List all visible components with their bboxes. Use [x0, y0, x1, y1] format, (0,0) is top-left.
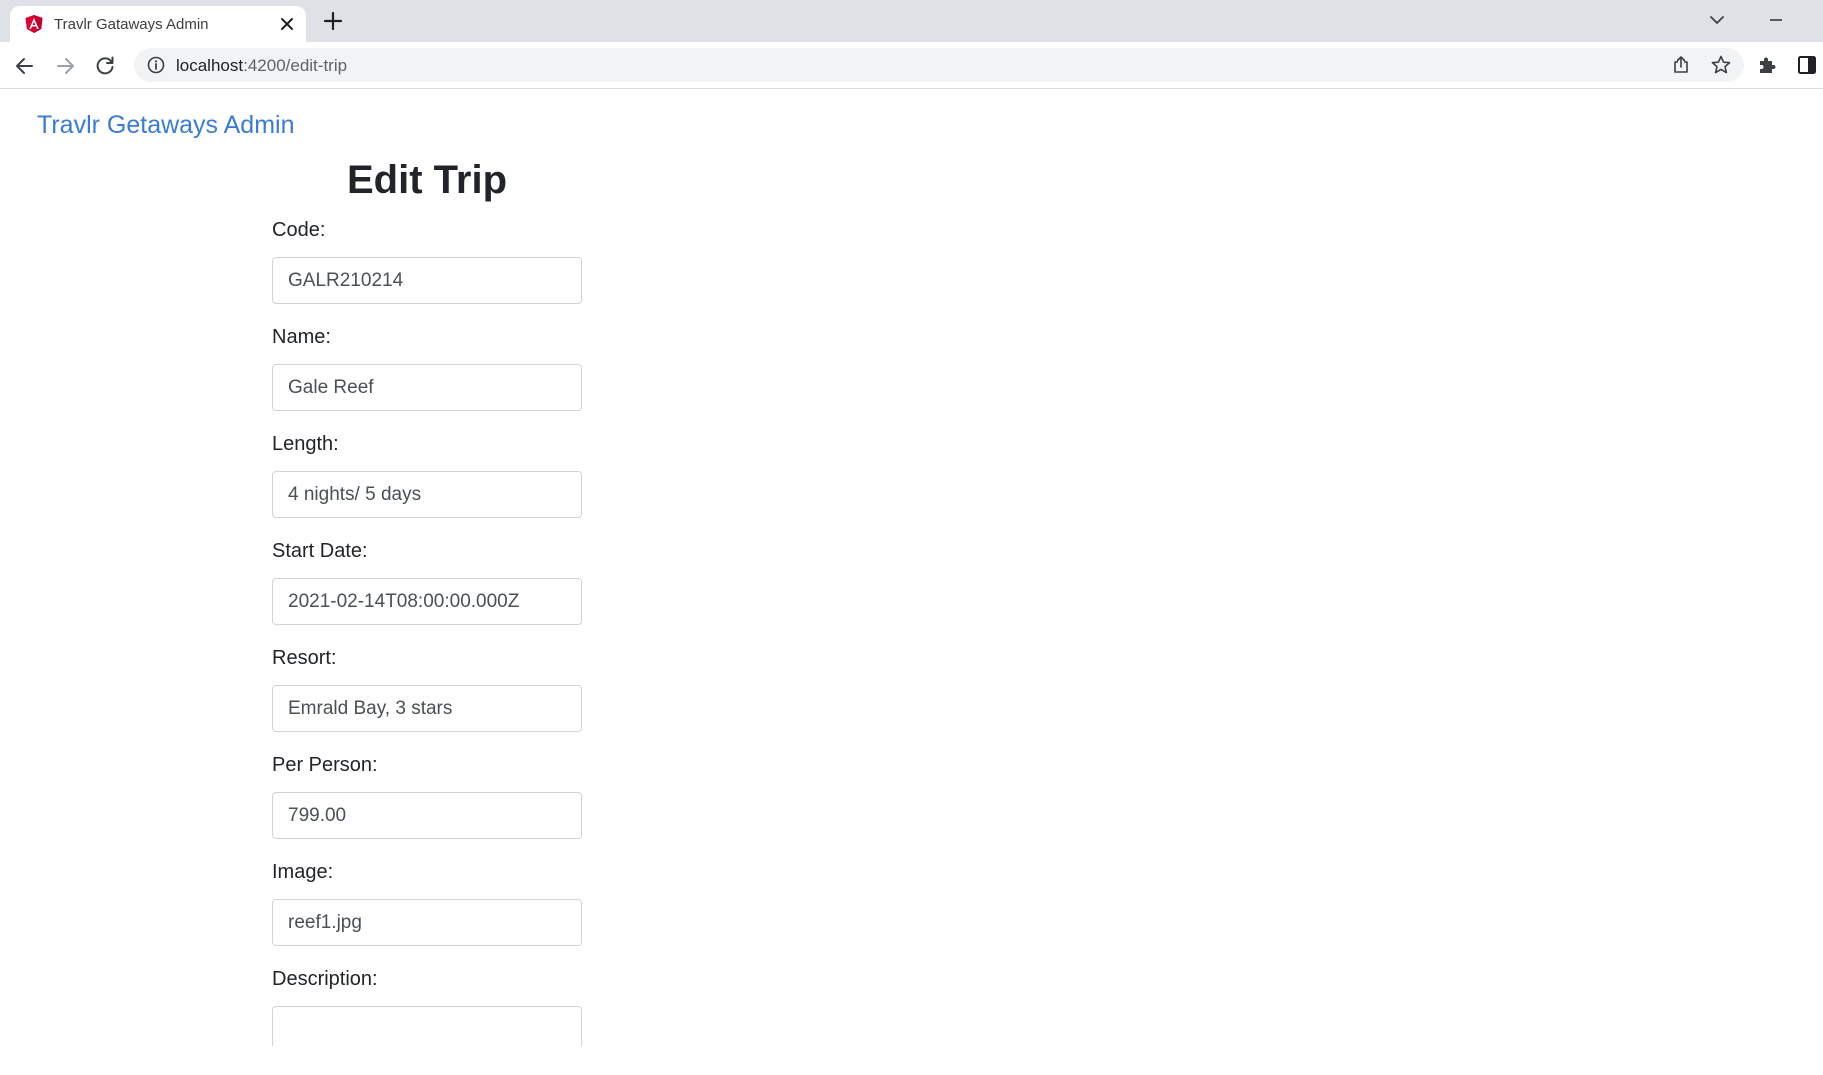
image-input[interactable]	[272, 899, 582, 946]
browser-toolbar: localhost:4200/edit-trip	[0, 42, 1823, 89]
url-host: localhost	[176, 56, 244, 75]
image-label: Image:	[272, 861, 334, 883]
field-code: Code:	[272, 219, 582, 326]
name-label: Name:	[272, 326, 331, 348]
angular-logo-icon	[25, 15, 43, 33]
field-name: Name:	[272, 326, 582, 433]
description-label: Description:	[272, 968, 378, 990]
name-input[interactable]	[272, 364, 582, 411]
page-title: Edit Trip	[347, 158, 507, 202]
field-start-date: Start Date:	[272, 540, 582, 647]
length-label: Length:	[272, 433, 339, 455]
per-person-input[interactable]	[272, 792, 582, 839]
url-path: :4200/edit-trip	[243, 56, 348, 75]
minimize-icon[interactable]	[1765, 9, 1787, 31]
page-content: Travlr Getaways Admin Edit Trip Code: Na…	[0, 89, 1823, 1046]
field-image: Image:	[272, 861, 582, 968]
resort-input[interactable]	[272, 685, 582, 732]
code-label: Code:	[272, 219, 326, 241]
puzzle-icon[interactable]	[1756, 54, 1778, 76]
length-input[interactable]	[272, 471, 582, 518]
field-length: Length:	[272, 433, 582, 540]
brand-link[interactable]: Travlr Getaways Admin	[37, 111, 294, 140]
field-description: Description:	[272, 968, 582, 1075]
info-icon[interactable]	[146, 55, 166, 75]
start-date-input[interactable]	[272, 578, 582, 625]
share-icon[interactable]	[1670, 54, 1692, 76]
star-icon[interactable]	[1710, 54, 1732, 76]
chevron-down-icon[interactable]	[1706, 9, 1728, 31]
field-resort: Resort:	[272, 647, 582, 754]
browser-tab[interactable]: Travlr Gataways Admin	[10, 6, 306, 42]
edit-trip-form: Code: Name: Length: Start Date: Resort: …	[272, 219, 582, 1075]
arrow-left-icon[interactable]	[12, 53, 38, 79]
reload-icon[interactable]	[92, 53, 118, 79]
field-per-person: Per Person:	[272, 754, 582, 861]
resort-label: Resort:	[272, 647, 337, 669]
plus-icon[interactable]	[322, 10, 344, 32]
close-icon[interactable]	[278, 15, 296, 33]
side-panel-icon[interactable]	[1796, 54, 1818, 76]
description-input[interactable]	[272, 1006, 582, 1046]
start-date-label: Start Date:	[272, 540, 368, 562]
url-text[interactable]: localhost:4200/edit-trip	[176, 56, 347, 76]
tab-title: Travlr Gataways Admin	[54, 16, 209, 33]
per-person-label: Per Person:	[272, 754, 378, 776]
code-input[interactable]	[272, 257, 582, 304]
browser-tab-strip: Travlr Gataways Admin	[0, 0, 1823, 42]
arrow-right-icon[interactable]	[52, 53, 78, 79]
address-bar[interactable]: localhost:4200/edit-trip	[134, 48, 1744, 82]
